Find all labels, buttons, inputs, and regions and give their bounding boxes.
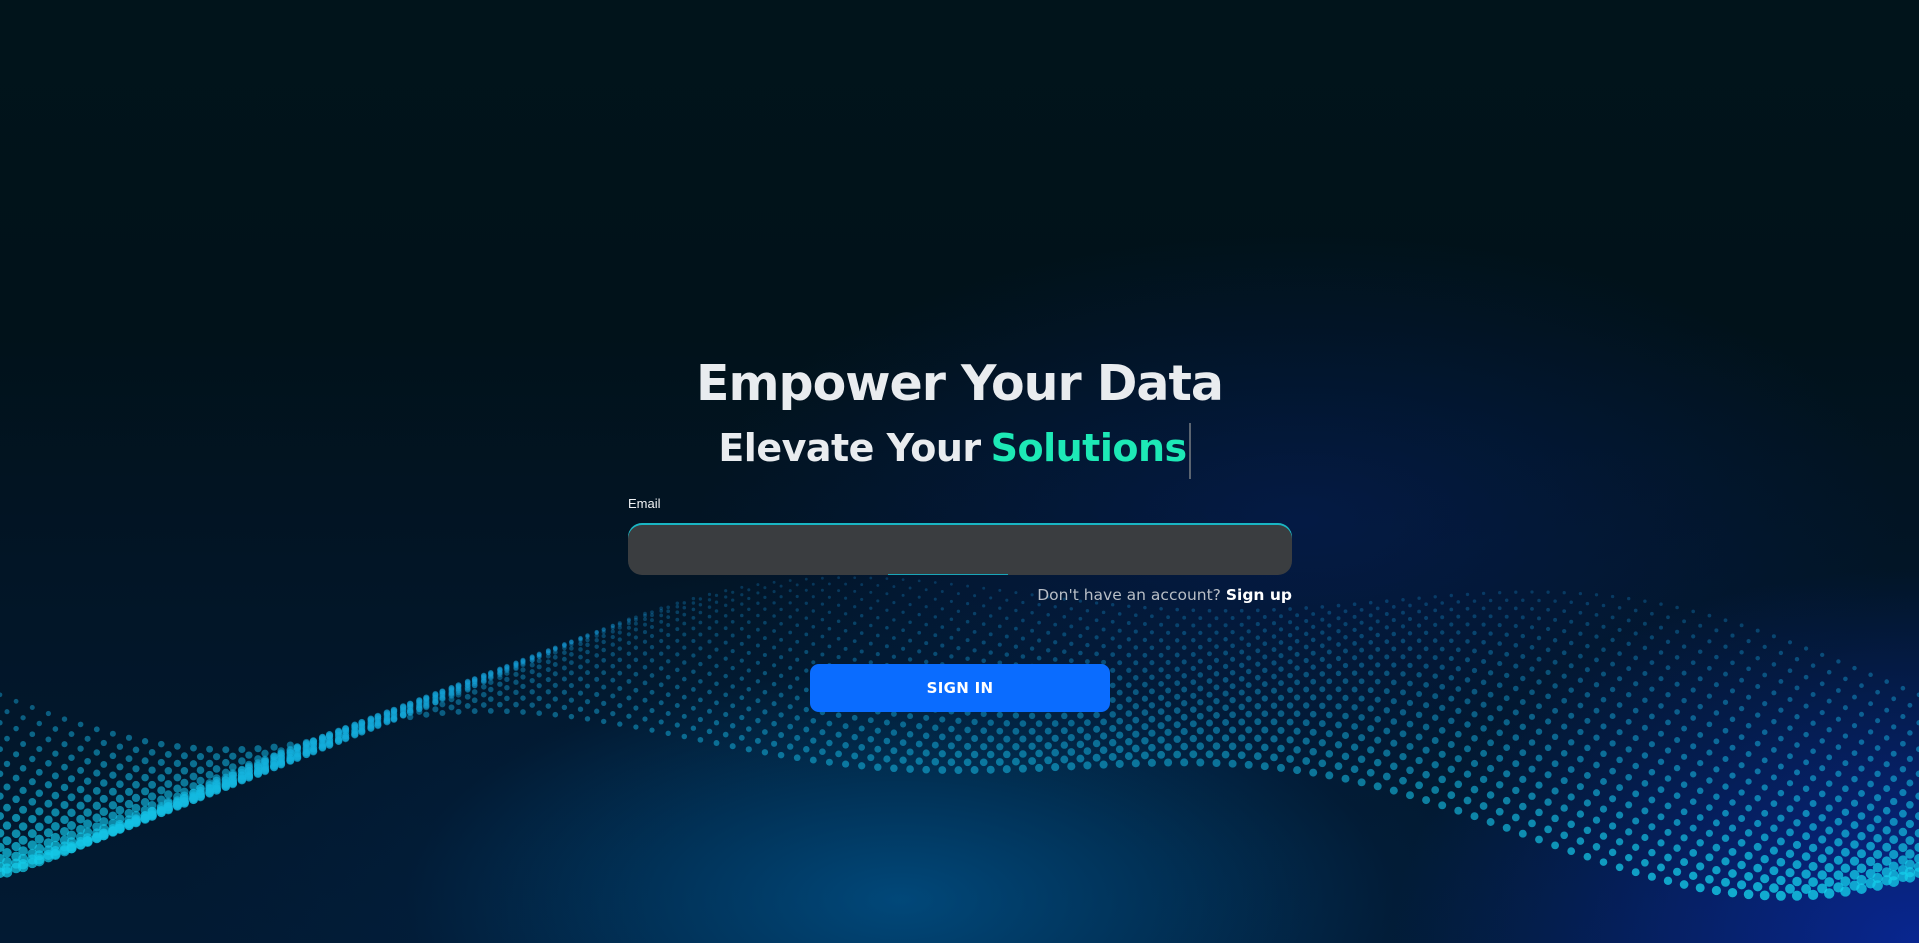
headline-primary: Empower Your Data <box>696 355 1224 412</box>
particle-dots-group <box>0 576 1919 901</box>
signup-prompt-text: Don't have an account? <box>1037 586 1221 604</box>
email-input[interactable] <box>628 523 1292 575</box>
headline-secondary-prefix: Elevate Your <box>718 426 981 470</box>
headline-secondary: Elevate Your Solutions <box>0 418 1919 479</box>
signup-link[interactable]: Sign up <box>1226 586 1292 604</box>
signup-prompt-row: Don't have an account? Sign up <box>628 586 1292 604</box>
email-field-container[interactable] <box>628 523 1292 575</box>
typing-caret <box>1188 422 1191 479</box>
sign-in-form: Email Don't have an account? Sign up <box>628 495 1292 604</box>
sign-in-button[interactable]: SIGN IN <box>810 664 1110 712</box>
hero-heading: Empower Your Data Elevate Your Solutions <box>0 350 1919 479</box>
email-label: Email <box>628 496 661 511</box>
headline-accent-word: Solutions <box>990 426 1188 470</box>
